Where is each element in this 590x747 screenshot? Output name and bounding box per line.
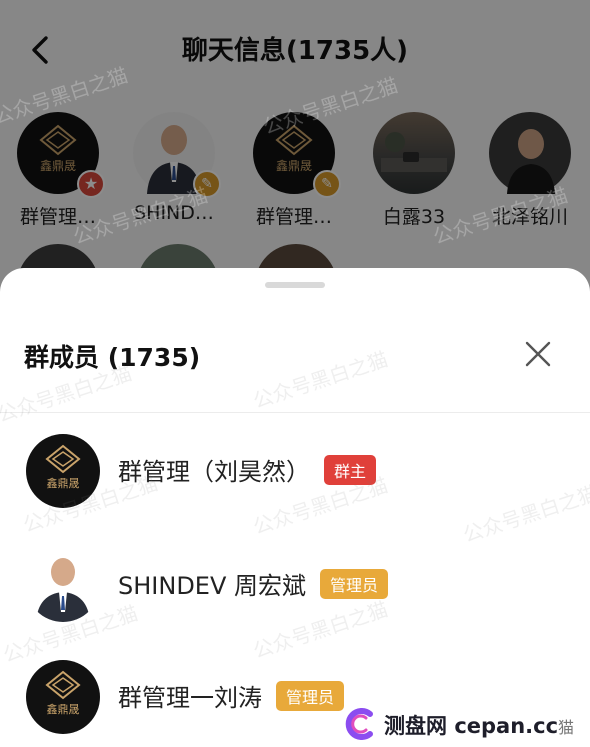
admin-tag: 管理员 (276, 681, 345, 711)
close-icon[interactable] (522, 338, 554, 370)
brand-name: 测盘网 (384, 714, 447, 738)
footer-brand: 测盘网 cepan.cc猫 (340, 706, 580, 742)
divider (0, 412, 590, 413)
svg-text:鑫鼎晟: 鑫鼎晟 (47, 702, 80, 716)
brand-logo-icon: 鑫鼎晟 (45, 670, 81, 716)
watermark: 公众号黑白之猫 (250, 346, 391, 413)
member-name-text: SHINDEV 周宏斌 (118, 572, 307, 600)
drag-handle[interactable] (265, 282, 325, 288)
brand-suffix: 猫 (558, 718, 575, 737)
svg-text:鑫鼎晟: 鑫鼎晟 (47, 476, 80, 490)
brand-logo-icon (345, 708, 373, 740)
member-name: SHINDEV 周宏斌 管理员 (118, 566, 389, 601)
group-members-sheet: 群成员 (1735) 鑫鼎晟 群管理（刘昊然） 群主 SHINDEV 周宏斌 管… (0, 268, 590, 747)
brand-text: 测盘网 cepan.cc猫 (384, 710, 574, 740)
member-name-text: 群管理一刘涛 (118, 684, 262, 712)
avatar: 鑫鼎晟 (26, 660, 100, 734)
member-name: 群管理一刘涛 管理员 (118, 678, 345, 713)
brand-domain: cepan.cc (454, 714, 559, 738)
